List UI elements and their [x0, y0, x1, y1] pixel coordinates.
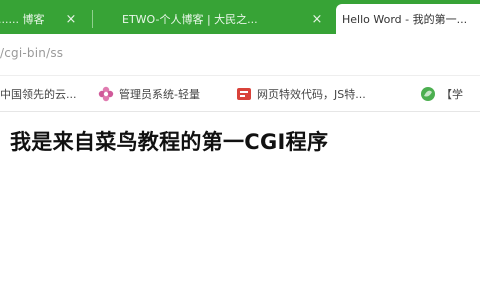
page-content: 我是来自菜鸟教程的第一CGI程序 — [0, 112, 480, 300]
browser-window: ...... 博客 × ETWO-个人博客 | 大民之... × Hello W… — [0, 0, 480, 300]
bookmark-web-effects[interactable]: 网页特效代码，JS特... — [236, 84, 366, 104]
leaf-icon — [420, 86, 436, 102]
bookmark-label: 中国领先的云... — [0, 88, 77, 101]
tab-strip: ...... 博客 × ETWO-个人博客 | 大民之... × Hello W… — [0, 0, 480, 34]
url-field[interactable]: /cgi-bin/ss — [0, 46, 63, 60]
tab-hello-word[interactable]: Hello Word - 我的第一... — [336, 4, 480, 34]
bookmark-study[interactable]: 【学 — [420, 84, 463, 104]
tab-separator — [92, 10, 93, 28]
bookmark-cloud[interactable]: 中国领先的云... — [0, 84, 77, 104]
bookmark-label: 网页特效代码，JS特... — [257, 88, 366, 101]
tab-blog[interactable]: ...... 博客 × — [0, 4, 84, 34]
close-icon[interactable]: × — [310, 12, 324, 26]
tab-title: ETWO-个人博客 | 大民之... — [122, 13, 258, 26]
bookmark-admin-system[interactable]: 管理员系统-轻量 — [98, 84, 200, 104]
close-icon[interactable]: × — [64, 12, 78, 26]
bookmark-label: 管理员系统-轻量 — [119, 88, 200, 101]
tab-title: Hello Word - 我的第一... — [342, 13, 468, 26]
bookmark-label: 【学 — [441, 88, 463, 101]
bookmark-red-icon — [236, 86, 252, 102]
flower-icon — [98, 86, 114, 102]
page-heading: 我是来自菜鸟教程的第一CGI程序 — [10, 130, 329, 154]
bookmarks-bar: 中国领先的云... 管理员系统-轻量 网页特效代码，JS特... 【学 — [0, 76, 480, 112]
tab-title: ...... 博客 — [0, 13, 45, 26]
tab-etwo-blog[interactable]: ETWO-个人博客 | 大民之... × — [100, 4, 330, 34]
address-bar: /cgi-bin/ss — [0, 34, 480, 76]
